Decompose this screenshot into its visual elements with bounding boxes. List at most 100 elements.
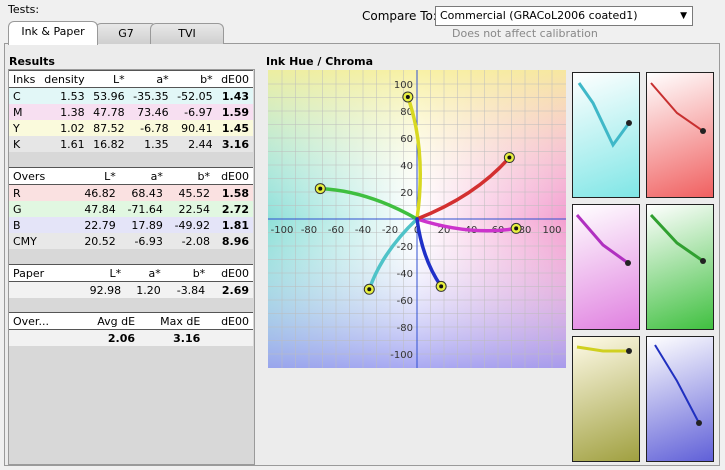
cell: 8.96 [221, 234, 249, 248]
table-row: C 1.53 53.96 -35.35 -52.05 1.43 [9, 87, 253, 104]
hue-chroma-plot: -100 -80 -60 -40 -20 0 20 40 60 80 100 100 80 60 40 20-… [268, 70, 566, 368]
cell: 1.58 [221, 186, 249, 200]
x-tick-label: -40 [355, 225, 371, 236]
cell: 1.35 [144, 137, 169, 151]
thumbnail-yellow-point [626, 348, 632, 354]
inks-header-row: Inks density L* a* b* dE00 [9, 70, 253, 88]
cell: B [13, 218, 21, 232]
y-tick-label: -40 [397, 269, 413, 280]
cell: 2.06 [107, 331, 136, 345]
compare-to-label: Compare To: [362, 9, 437, 23]
cell: C [13, 89, 21, 103]
thumbnail-magenta-svg [575, 214, 631, 266]
thumbnail-blue[interactable] [646, 336, 714, 462]
table-row: CMY 20.52 -6.93 -2.08 8.96 [9, 233, 253, 249]
compare-note: Does not affect calibration [452, 27, 598, 40]
thumbnail-blue-point [696, 420, 702, 426]
data-point-c [367, 287, 372, 292]
table-row: B 22.79 17.89 -49.92 1.81 [9, 217, 253, 233]
cell: -2.08 [181, 234, 211, 248]
cell: 3.16 [173, 331, 201, 345]
cell: 22.79 [84, 218, 116, 232]
col-header: dE00 [204, 312, 253, 330]
col-header: dE00 [214, 167, 253, 185]
y-tick-label: 60 [400, 134, 413, 145]
tab-tvi[interactable]: TVI [150, 23, 224, 44]
x-tick-label: -80 [301, 225, 317, 236]
thumbnail-red-point [700, 128, 706, 134]
cell: -6.78 [140, 121, 169, 135]
compare-to-select[interactable]: Commercial (GRACoL2006 coated1) ▼ [435, 6, 693, 26]
thumbnail-cyan-point [626, 120, 632, 126]
cell: 1.53 [60, 89, 85, 103]
cell: 22.54 [178, 202, 211, 216]
thumbnail-green[interactable] [646, 204, 714, 330]
thumbnail-cyan-svg [577, 82, 632, 148]
data-point-y [405, 94, 410, 99]
cell: 45.52 [178, 186, 211, 200]
thumbnail-magenta[interactable] [572, 204, 640, 330]
cell: 92.98 [89, 283, 122, 297]
overs-table: Overs L* a* b* dE00 R 46.82 68.43 45.52 … [9, 167, 253, 249]
thumbnail-green-svg [649, 213, 706, 264]
table-row: M 1.38 47.78 73.46 -6.97 1.59 [9, 104, 253, 120]
overall-table: Over... Avg dE Max dE dE00 2.06 3.16 [9, 312, 253, 346]
col-header: L* [88, 70, 129, 88]
tab-ink-paper[interactable]: Ink & Paper [8, 21, 98, 45]
col-header: density [39, 70, 89, 88]
cell: M [13, 105, 23, 119]
col-header: L* [77, 167, 120, 185]
cell: 2.72 [221, 202, 249, 216]
cell: 1.38 [60, 105, 85, 119]
col-header: b* [166, 167, 215, 185]
cell: 73.46 [137, 105, 169, 119]
table-row: 2.06 3.16 [9, 329, 253, 346]
thumbnail-cyan[interactable] [572, 72, 640, 198]
cell: 68.43 [131, 186, 163, 200]
cell: Y [13, 121, 20, 135]
y-tick-label: 20 [400, 188, 413, 199]
col-header: Paper [9, 264, 77, 282]
table-row: Y 1.02 87.52 -6.78 90.41 1.45 [9, 120, 253, 136]
col-header: Max dE [139, 312, 205, 330]
cell: 46.82 [84, 186, 116, 200]
overs-header-row: Overs L* a* b* dE00 [9, 167, 253, 185]
y-tick-label: 40 [400, 161, 413, 172]
col-header: L* [77, 264, 126, 282]
compare-to-value: Commercial (GRACoL2006 coated1) [440, 9, 638, 22]
cell: 47.78 [93, 105, 125, 119]
thumbnail-yellow[interactable] [572, 336, 640, 462]
thumbnail-blue-svg [654, 344, 702, 426]
cell: 90.41 [181, 121, 213, 135]
thumbnail-red-curve [650, 82, 704, 132]
thumbnail-green-curve [649, 213, 704, 263]
chevron-down-icon: ▼ [680, 11, 687, 21]
thumbnail-cyan-curve [577, 82, 631, 148]
col-header: Over... [9, 312, 77, 330]
thumbnail-red[interactable] [646, 72, 714, 198]
cell: K [13, 137, 21, 151]
cell: -71.64 [127, 202, 163, 216]
cell: 47.84 [84, 202, 116, 216]
cell: 20.52 [84, 234, 116, 248]
col-header: Avg dE [77, 312, 140, 330]
cell: 16.82 [93, 137, 125, 151]
overall-header-row: Over... Avg dE Max dE dE00 [9, 312, 253, 330]
cell: R [13, 186, 21, 200]
thumbnail-magenta-point [625, 260, 631, 266]
cell: 87.52 [93, 121, 125, 135]
hue-chroma-svg: -100 -80 -60 -40 -20 0 20 40 60 80 10010080604020-… [268, 70, 566, 368]
inks-table: Inks density L* a* b* dE00 C 1.53 53.96 … [9, 70, 253, 152]
cell: 2.69 [221, 283, 249, 297]
cell: -3.84 [176, 283, 206, 297]
cell: -6.97 [184, 105, 213, 119]
data-point-m [514, 226, 519, 231]
cell: 1.43 [221, 89, 249, 103]
paper-header-row: Paper L* a* b* dE00 [9, 264, 253, 282]
thumbnail-yellow-curve [576, 345, 629, 353]
x-tick-label: -60 [328, 225, 344, 236]
tab-g7[interactable]: G7 [95, 23, 157, 44]
data-point-r [507, 155, 512, 160]
thumbnail-yellow-svg [576, 345, 632, 354]
col-header: Inks [9, 70, 40, 88]
